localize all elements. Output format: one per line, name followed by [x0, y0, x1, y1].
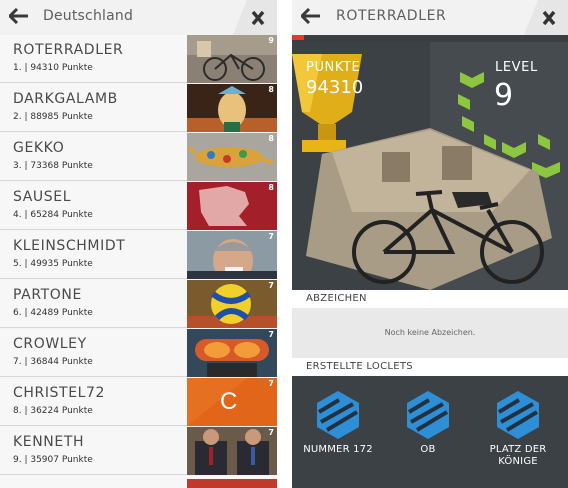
avatar: 9 [187, 35, 277, 83]
avatar: 7 [187, 231, 277, 279]
player-name: SAUSEL [13, 189, 72, 205]
list-item[interactable]: SAUSEL 4. | 65284 Punkte 8 [0, 182, 277, 230]
level-label: LEVEL [495, 60, 538, 75]
progress-marker [292, 35, 304, 40]
list-item[interactable] [0, 476, 277, 488]
avatar: 7 [187, 280, 277, 328]
avatar: 8 [187, 133, 277, 181]
badges-section: Noch keine Abzeichen. [292, 308, 568, 358]
profile-header: ROTERRADLER [292, 0, 568, 35]
close-x-icon [233, 0, 277, 35]
badges-title: ABZEICHEN [306, 293, 367, 304]
list-item[interactable]: DARKGALAMB 2. | 88985 Punkte 8 [0, 84, 277, 132]
close-x-icon [524, 0, 568, 35]
avatar: 7 [187, 427, 277, 475]
list-item[interactable]: CHRISTEL72 8. | 36224 Punkte C 7 [0, 378, 277, 426]
player-score: 8. | 36224 Punkte [13, 406, 93, 416]
loclet-label: PLATZ DER KÖNIGE [489, 444, 547, 467]
player-name: CROWLEY [13, 336, 87, 352]
level-badge: 8 [268, 85, 274, 94]
player-name: KLEINSCHMIDT [13, 238, 126, 254]
page-title: Deutschland [43, 8, 134, 24]
list-item[interactable]: PARTONE 6. | 42489 Punkte 7 [0, 280, 277, 328]
level-badge: 9 [268, 36, 274, 45]
loclet-label: OB [420, 444, 436, 455]
points-label: PUNKTE [306, 60, 361, 75]
player-name: CHRISTEL72 [13, 385, 106, 401]
badges-header: ABZEICHEN [292, 290, 568, 308]
level-badge: 7 [268, 379, 274, 388]
player-name: PARTONE [13, 287, 82, 303]
player-score: 4. | 65284 Punkte [13, 210, 93, 220]
player-name: DARKGALAMB [13, 91, 118, 107]
level-badge: 8 [268, 183, 274, 192]
back-arrow-icon[interactable] [7, 7, 29, 28]
loclet-item[interactable]: OB [382, 390, 474, 456]
profile-hero: PUNKTE 94310 LEVEL 9 [292, 42, 568, 290]
player-name: ROTERRADLER [13, 42, 124, 58]
player-score: 7. | 36844 Punkte [13, 357, 93, 367]
leaderboard-header: Deutschland [0, 0, 277, 35]
player-score: 2. | 88985 Punkte [13, 112, 93, 122]
player-score: 5. | 49935 Punkte [13, 259, 93, 269]
loclet-label: NUMMER 172 [303, 444, 373, 455]
loclets-header: ERSTELLTE LOCLETS [292, 358, 568, 376]
level-value: 9 [494, 78, 514, 113]
page-title: ROTERRADLER [336, 8, 447, 24]
level-badge: 7 [268, 281, 274, 290]
avatar-letter: C [220, 388, 238, 415]
list-item[interactable]: CROWLEY 7. | 36844 Punkte 7 [0, 329, 277, 377]
level-badge: 7 [268, 330, 274, 339]
avatar: C 7 [187, 378, 277, 426]
loclets-title: ERSTELLTE LOCLETS [306, 361, 413, 372]
profile-screen: ROTERRADLER PUNKTE 94310 LEVEL 9 ABZEICH… [292, 0, 568, 488]
list-item[interactable]: ROTERRADLER 1. | 94310 Punkte 9 [0, 35, 277, 83]
player-name: KENNETH [13, 434, 85, 450]
leaderboard-screen: Deutschland ROTERRADLER 1. | 94310 Punkt… [0, 0, 277, 488]
avatar: 7 [187, 329, 277, 377]
avatar: 8 [187, 182, 277, 230]
list-item[interactable]: KLEINSCHMIDT 5. | 49935 Punkte 7 [0, 231, 277, 279]
loclets-section: NUMMER 172 OB PLATZ DER KÖNIGE [292, 376, 568, 488]
level-badge: 7 [268, 428, 274, 437]
avatar [187, 476, 277, 488]
hexagon-icon [497, 391, 539, 439]
player-score: 9. | 35907 Punkte [13, 455, 93, 465]
player-score: 6. | 42489 Punkte [13, 308, 93, 318]
progress-strip [292, 35, 568, 42]
list-item[interactable]: GEKKO 3. | 73368 Punkte 8 [0, 133, 277, 181]
close-button[interactable] [524, 0, 568, 35]
player-score: 3. | 73368 Punkte [13, 161, 93, 171]
hexagon-icon [407, 391, 449, 439]
list-item[interactable]: KENNETH 9. | 35907 Punkte 7 [0, 427, 277, 475]
loclet-item[interactable]: NUMMER 172 [292, 390, 384, 456]
points-value: 94310 [306, 77, 364, 98]
back-arrow-icon[interactable] [299, 7, 321, 28]
badges-empty-text: Noch keine Abzeichen. [384, 328, 476, 337]
level-badge: 8 [268, 134, 274, 143]
avatar: 8 [187, 84, 277, 132]
hexagon-icon [317, 391, 359, 439]
player-score: 1. | 94310 Punkte [13, 63, 93, 73]
close-button[interactable] [233, 0, 277, 35]
level-badge: 7 [268, 232, 274, 241]
loclet-item[interactable]: PLATZ DER KÖNIGE [472, 390, 564, 468]
player-name: GEKKO [13, 140, 65, 156]
